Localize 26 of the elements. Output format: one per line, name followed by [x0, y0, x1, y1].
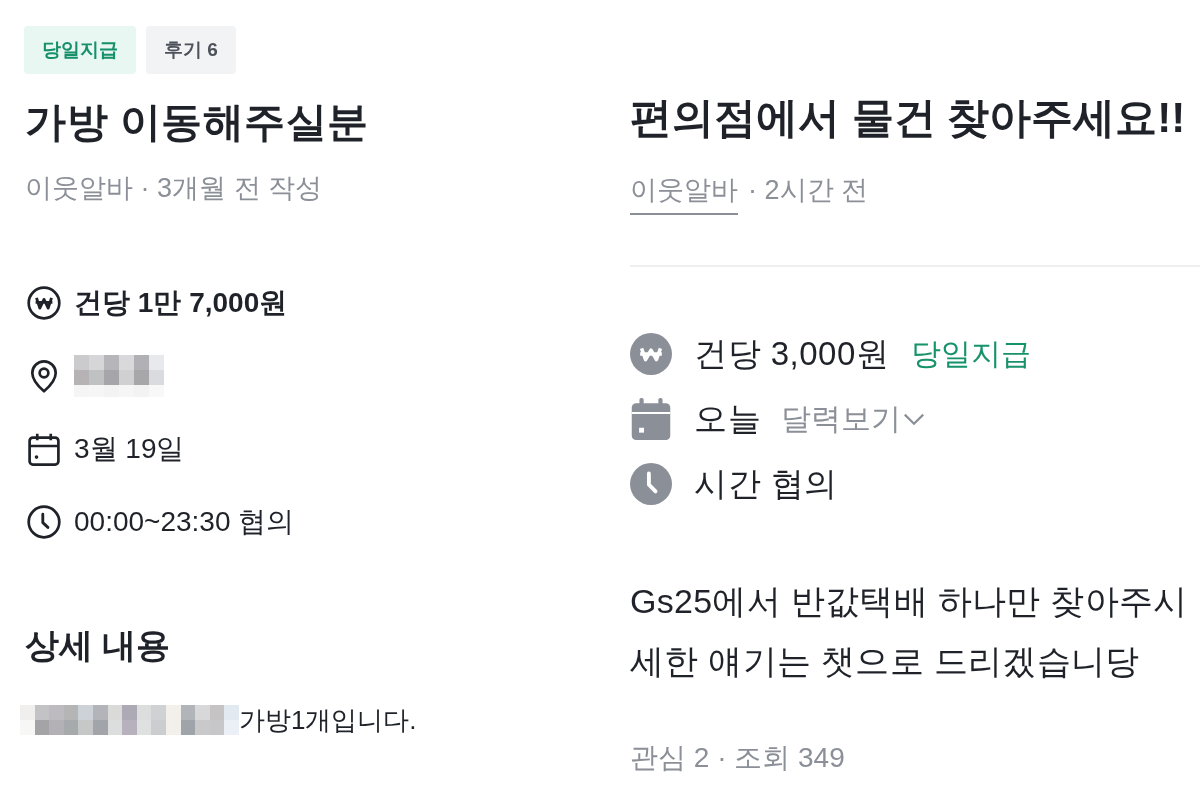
tag-badge: 당일지급	[24, 26, 136, 74]
info-text: 건당 1만 7,000원	[74, 286, 288, 320]
info-text: 3월 19일	[74, 432, 185, 466]
section-heading: 상세 내용	[25, 625, 171, 666]
chevron-down-icon	[903, 412, 925, 426]
post-title: 가방 이동해주실분	[25, 98, 369, 147]
post-title: 편의점에서 물건 찾아주세요!!	[630, 93, 1186, 143]
author-link[interactable]: 이웃알바	[630, 170, 738, 215]
info-text: 00:00~23:30 협의	[74, 505, 295, 539]
clock-icon	[26, 504, 62, 540]
clock-icon	[630, 463, 672, 505]
info-text: 시간 협의	[694, 464, 838, 504]
same-day-pay-label: 당일지급	[911, 336, 1032, 372]
info-text: 건당 3,000원	[694, 334, 890, 374]
calendar-view-button[interactable]: 달력보기	[781, 398, 925, 440]
post-stats: 관심 2 · 조회 349	[630, 741, 845, 775]
calendar-icon	[26, 431, 62, 467]
post-body-text: Gs25에서 반값택배 하나만 찾아주시 세한 얘기는 챗으로 드리겠습니당	[630, 581, 1188, 682]
info-text: 오늘	[694, 399, 761, 439]
posted-time: · 2시간 전	[748, 174, 868, 207]
won-icon	[630, 333, 672, 375]
calendar-icon	[630, 398, 672, 440]
post-meta: 이웃알바 · 3개월 전 작성	[25, 172, 322, 205]
tag-badge: 후기 6	[146, 26, 236, 74]
description-text: 가방1개입니다.	[238, 704, 417, 737]
won-icon	[26, 285, 62, 321]
